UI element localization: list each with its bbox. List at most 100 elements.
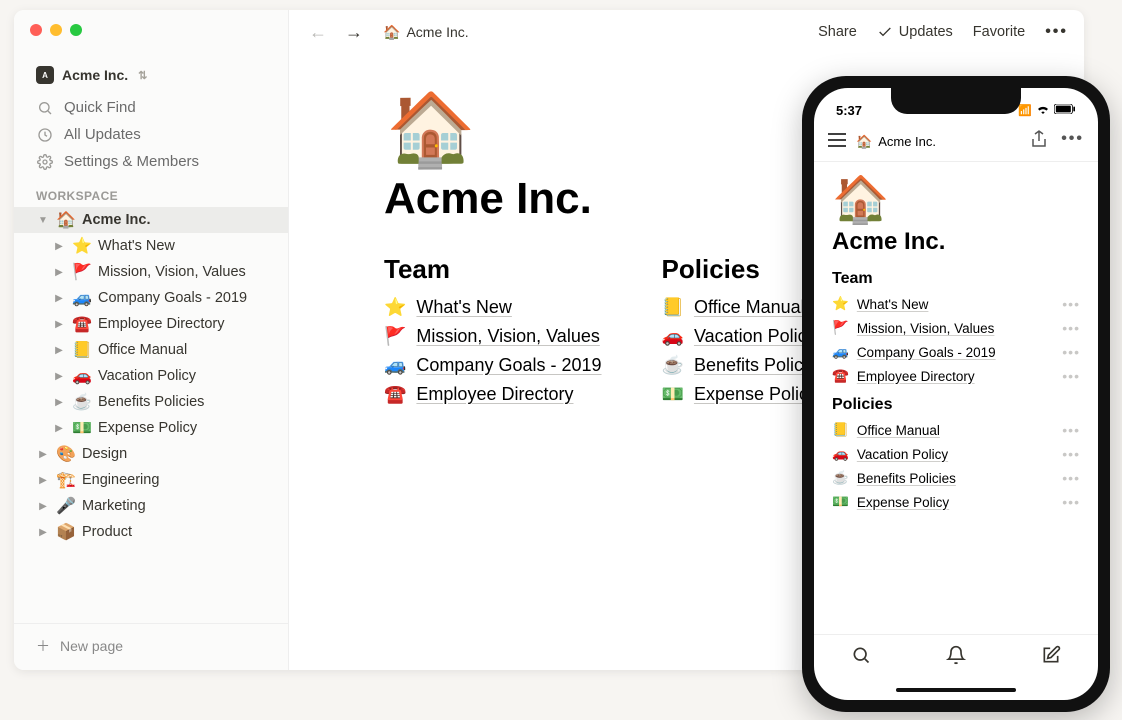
caret-right-icon[interactable]: ▶ bbox=[52, 423, 66, 434]
tree-root-acme[interactable]: ▼ 🏠 Acme Inc. bbox=[14, 207, 288, 233]
new-page-label: New page bbox=[60, 638, 123, 654]
share-icon-button[interactable] bbox=[1031, 130, 1047, 153]
phone-team-heading: Team bbox=[832, 270, 1080, 288]
close-window-button[interactable] bbox=[30, 24, 42, 36]
workspace-section-label: WORKSPACE bbox=[14, 175, 288, 207]
caret-right-icon[interactable]: ▶ bbox=[52, 371, 66, 382]
row-more-button[interactable]: ••• bbox=[1062, 422, 1080, 438]
coffee-icon: ☕ bbox=[72, 392, 92, 412]
quick-find-label: Quick Find bbox=[64, 99, 136, 116]
caret-right-icon[interactable]: ▶ bbox=[52, 345, 66, 356]
caret-right-icon[interactable]: ▶ bbox=[52, 293, 66, 304]
clock-icon bbox=[36, 127, 54, 143]
phone-link-employee-directory[interactable]: ☎️ Employee Directory ••• bbox=[832, 364, 1080, 388]
all-updates-button[interactable]: All Updates bbox=[14, 121, 288, 148]
settings-button[interactable]: Settings & Members bbox=[14, 148, 288, 175]
caret-down-icon[interactable]: ▼ bbox=[36, 215, 50, 226]
caret-right-icon[interactable]: ▶ bbox=[52, 319, 66, 330]
link-mission[interactable]: 🚩 Mission, Vision, Values bbox=[384, 326, 602, 347]
tree-item-office-manual[interactable]: ▶ 📒 Office Manual bbox=[14, 337, 288, 363]
link-whats-new[interactable]: ⭐ What's New bbox=[384, 297, 602, 318]
phone-breadcrumb[interactable]: 🏠 Acme Inc. bbox=[856, 134, 936, 150]
row-more-button[interactable]: ••• bbox=[1062, 470, 1080, 486]
car-icon: 🚗 bbox=[662, 326, 684, 347]
status-time: 5:37 bbox=[836, 103, 862, 118]
favorite-button[interactable]: Favorite bbox=[973, 24, 1025, 40]
share-button[interactable]: Share bbox=[818, 24, 857, 40]
home-indicator[interactable] bbox=[814, 680, 1098, 700]
workspace-switcher[interactable]: A Acme Inc. ⇅ bbox=[14, 60, 288, 94]
team-heading: Team bbox=[384, 254, 602, 285]
breadcrumb[interactable]: 🏠 Acme Inc. bbox=[383, 24, 469, 41]
row-more-button[interactable]: ••• bbox=[1062, 344, 1080, 360]
tree-item-expense-policy[interactable]: ▶ 💵 Expense Policy bbox=[14, 415, 288, 441]
new-page-button[interactable]: ＋ New page bbox=[14, 623, 288, 670]
row-more-button[interactable]: ••• bbox=[1062, 320, 1080, 336]
more-menu-button[interactable]: ••• bbox=[1045, 23, 1068, 41]
tree-item-mission[interactable]: ▶ 🚩 Mission, Vision, Values bbox=[14, 259, 288, 285]
quick-find-button[interactable]: Quick Find bbox=[14, 94, 288, 121]
phone-link-office-manual[interactable]: 📒 Office Manual ••• bbox=[832, 418, 1080, 442]
phone-notch bbox=[891, 88, 1021, 114]
house-icon: 🏠 bbox=[383, 24, 400, 41]
phone-link-whats-new[interactable]: ⭐ What's New ••• bbox=[832, 292, 1080, 316]
link-company-goals[interactable]: 🚙 Company Goals - 2019 bbox=[384, 355, 602, 376]
more-menu-button[interactable]: ••• bbox=[1061, 130, 1084, 153]
tree-root-label: Acme Inc. bbox=[82, 212, 151, 228]
phone-link-company-goals[interactable]: 🚙 Company Goals - 2019 ••• bbox=[832, 340, 1080, 364]
tree-item-benefits-policies[interactable]: ▶ ☕ Benefits Policies bbox=[14, 389, 288, 415]
tree-item-company-goals[interactable]: ▶ 🚙 Company Goals - 2019 bbox=[14, 285, 288, 311]
maximize-window-button[interactable] bbox=[70, 24, 82, 36]
tree-item-whats-new[interactable]: ▶ ⭐ What's New bbox=[14, 233, 288, 259]
flag-icon: 🚩 bbox=[384, 326, 406, 347]
search-tab-button[interactable] bbox=[851, 645, 871, 670]
phone-tabbar bbox=[814, 634, 1098, 680]
tree-item-employee-directory[interactable]: ▶ ☎️ Employee Directory bbox=[14, 311, 288, 337]
package-icon: 📦 bbox=[56, 522, 76, 542]
row-more-button[interactable]: ••• bbox=[1062, 446, 1080, 462]
caret-right-icon[interactable]: ▶ bbox=[36, 475, 50, 486]
notifications-tab-button[interactable] bbox=[946, 645, 966, 670]
tree-item-engineering[interactable]: ▶ 🏗️ Engineering bbox=[14, 467, 288, 493]
phone-page-title[interactable]: Acme Inc. bbox=[832, 228, 1080, 256]
gear-icon bbox=[36, 154, 54, 170]
tree-item-marketing[interactable]: ▶ 🎤 Marketing bbox=[14, 493, 288, 519]
updates-button[interactable]: Updates bbox=[877, 24, 953, 40]
tree-item-design[interactable]: ▶ 🎨 Design bbox=[14, 441, 288, 467]
tree-item-vacation-policy[interactable]: ▶ 🚗 Vacation Policy bbox=[14, 363, 288, 389]
phone-link-vacation-policy[interactable]: 🚗 Vacation Policy ••• bbox=[832, 442, 1080, 466]
nav-forward-button[interactable]: → bbox=[341, 20, 367, 45]
row-more-button[interactable]: ••• bbox=[1062, 368, 1080, 384]
phone-link-benefits-policies[interactable]: ☕ Benefits Policies ••• bbox=[832, 466, 1080, 490]
hamburger-menu-button[interactable] bbox=[828, 133, 846, 150]
battery-icon bbox=[1054, 104, 1076, 117]
phone-link-mission[interactable]: 🚩 Mission, Vision, Values ••• bbox=[832, 316, 1080, 340]
caret-right-icon[interactable]: ▶ bbox=[52, 267, 66, 278]
notebook-icon: 📒 bbox=[72, 340, 92, 360]
column-team: Team ⭐ What's New 🚩 Mission, Vision, Val… bbox=[384, 254, 602, 413]
link-employee-directory[interactable]: ☎️ Employee Directory bbox=[384, 384, 602, 405]
phone-link-expense-policy[interactable]: 💵 Expense Policy ••• bbox=[832, 490, 1080, 514]
house-icon: 🏠 bbox=[856, 134, 872, 150]
caret-right-icon[interactable]: ▶ bbox=[36, 527, 50, 538]
tree-item-product[interactable]: ▶ 📦 Product bbox=[14, 519, 288, 545]
money-icon: 💵 bbox=[832, 494, 849, 510]
caret-right-icon[interactable]: ▶ bbox=[52, 397, 66, 408]
topbar-actions: Share Updates Favorite ••• bbox=[818, 23, 1068, 41]
caret-right-icon[interactable]: ▶ bbox=[36, 449, 50, 460]
flag-icon: 🚩 bbox=[72, 262, 92, 282]
minimize-window-button[interactable] bbox=[50, 24, 62, 36]
caret-right-icon[interactable]: ▶ bbox=[36, 501, 50, 512]
notebook-icon: 📒 bbox=[832, 422, 849, 438]
car-icon: 🚗 bbox=[832, 446, 849, 462]
window-controls bbox=[30, 24, 82, 36]
phone-topbar: 🏠 Acme Inc. ••• bbox=[814, 122, 1098, 162]
settings-label: Settings & Members bbox=[64, 153, 199, 170]
nav-back-button[interactable]: ← bbox=[305, 20, 331, 45]
compose-tab-button[interactable] bbox=[1041, 645, 1061, 670]
caret-right-icon[interactable]: ▶ bbox=[52, 241, 66, 252]
phone-page-icon[interactable]: 🏠 bbox=[832, 176, 1080, 222]
row-more-button[interactable]: ••• bbox=[1062, 296, 1080, 312]
row-more-button[interactable]: ••• bbox=[1062, 494, 1080, 510]
crane-icon: 🏗️ bbox=[56, 470, 76, 490]
